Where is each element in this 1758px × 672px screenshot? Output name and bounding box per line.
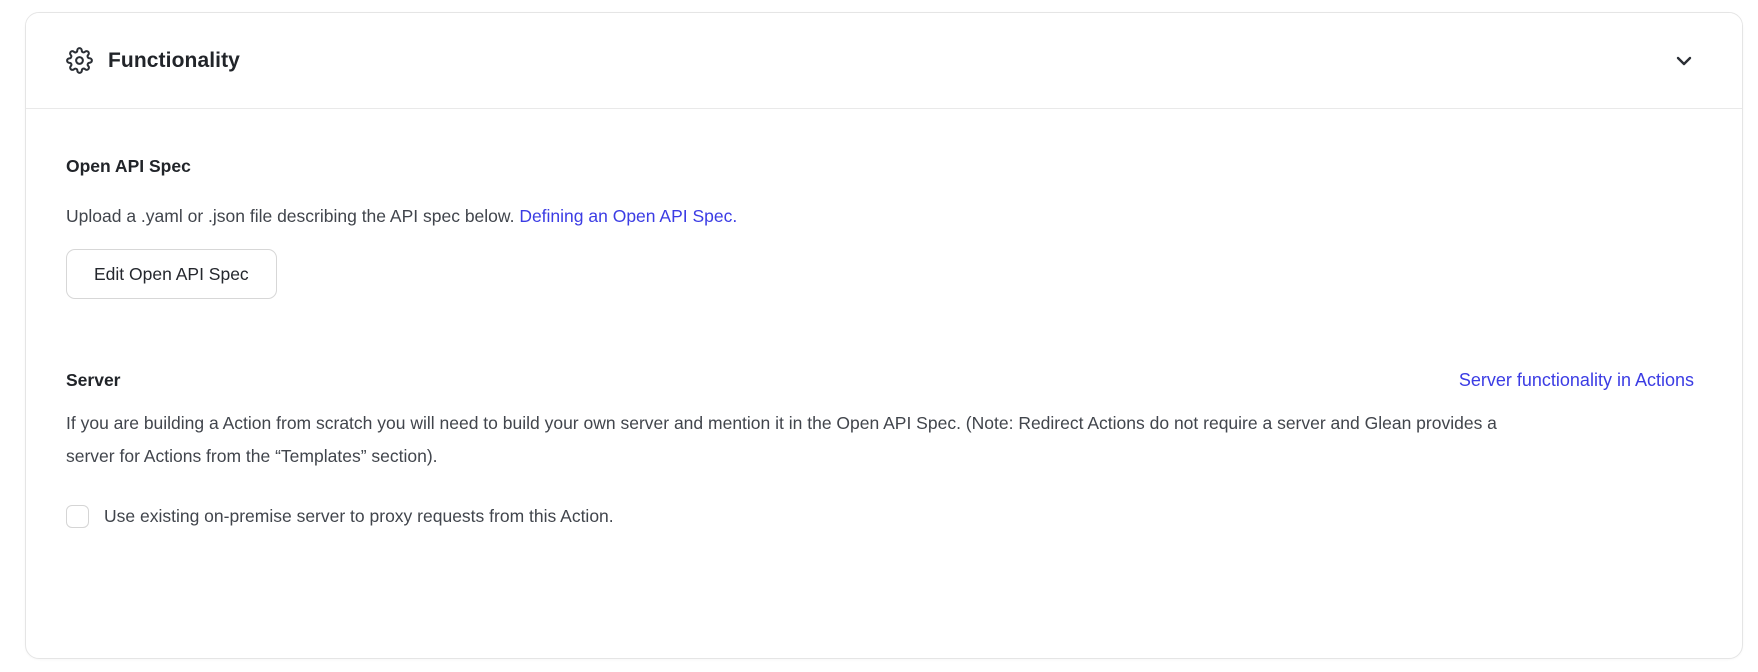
defining-open-api-spec-link[interactable]: Defining an Open API Spec. — [519, 206, 737, 226]
gear-icon — [66, 47, 93, 74]
section-title: Functionality — [108, 49, 240, 73]
server-functionality-link[interactable]: Server functionality in Actions — [1459, 370, 1694, 391]
open-api-spec-heading: Open API Spec — [66, 155, 1694, 177]
edit-open-api-spec-button[interactable]: Edit Open API Spec — [66, 249, 277, 299]
server-heading: Server — [66, 369, 121, 391]
on-premise-checkbox-row: Use existing on-premise server to proxy … — [66, 503, 1694, 529]
open-api-spec-description: Upload a .yaml or .json file describing … — [66, 203, 1694, 229]
on-premise-server-checkbox[interactable] — [66, 505, 89, 528]
on-premise-checkbox-label: Use existing on-premise server to proxy … — [104, 503, 614, 529]
server-group: Server Server functionality in Actions I… — [66, 369, 1694, 529]
functionality-section-body: Open API Spec Upload a .yaml or .json fi… — [26, 109, 1742, 529]
open-api-spec-group: Open API Spec Upload a .yaml or .json fi… — [66, 155, 1694, 299]
functionality-section-header[interactable]: Functionality — [26, 13, 1742, 109]
server-description: If you are building a Action from scratc… — [66, 407, 1536, 473]
server-heading-row: Server Server functionality in Actions — [66, 369, 1694, 391]
page-background: Functionality Open API Spec Upload a .ya… — [0, 0, 1758, 672]
chevron-down-icon[interactable] — [1672, 49, 1696, 73]
open-api-spec-description-text: Upload a .yaml or .json file describing … — [66, 206, 514, 226]
functionality-card: Functionality Open API Spec Upload a .ya… — [25, 12, 1743, 659]
